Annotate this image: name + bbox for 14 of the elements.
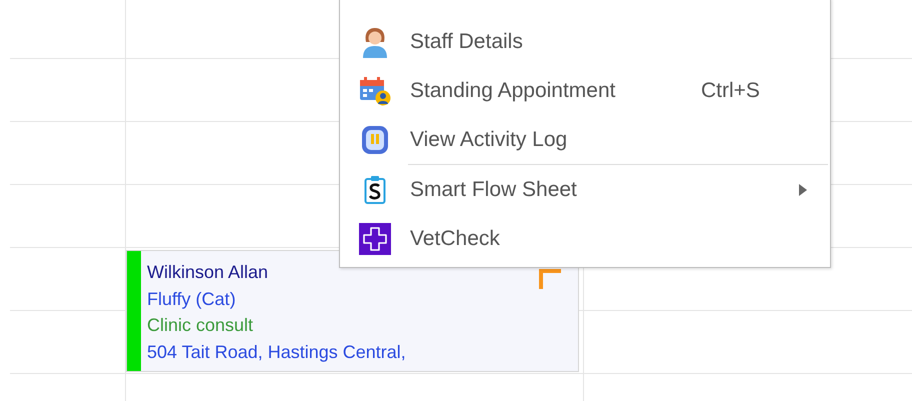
menu-item[interactable]: Staff Details (340, 17, 830, 66)
calendar-person-icon (359, 76, 391, 106)
address-text: 504 Tait Road, Hastings Central, (147, 340, 406, 364)
menu-item[interactable]: View Activity Log (340, 115, 830, 164)
menu-item[interactable]: Smart Flow Sheet (340, 165, 830, 214)
patient-name: Fluffy (Cat) (147, 288, 237, 311)
cross-icon (359, 222, 391, 254)
clipboard-icon (364, 174, 386, 204)
appointment-type: Clinic consult (147, 314, 254, 337)
menu-item[interactable]: Standing Appointment Ctrl+S (340, 66, 830, 115)
log-icon (360, 124, 390, 156)
owner-name: Wilkinson Allan (147, 261, 270, 284)
appointment-card[interactable]: Wilkinson Allan Fluffy (Cat) Clinic consult 504 Tait Road, Hastings Central, (126, 250, 579, 372)
person-icon (361, 26, 389, 58)
